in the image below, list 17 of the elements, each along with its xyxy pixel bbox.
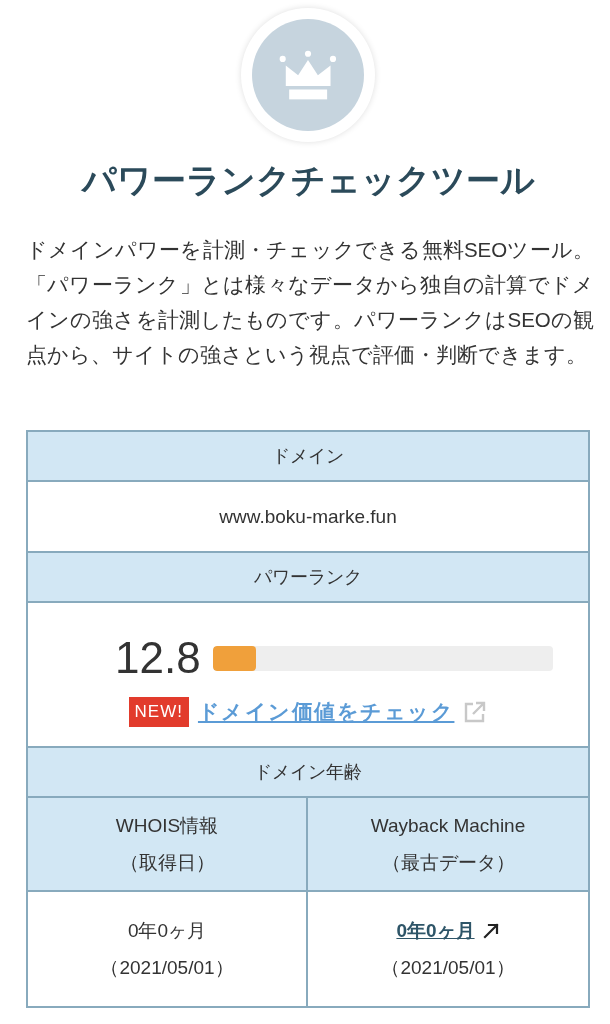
external-link-icon [463,700,488,724]
rank-score: 12.8 [115,633,201,683]
table-header-cell: ドメイン年齢 [28,748,588,798]
age-link[interactable]: 0年0ヶ月 [396,917,475,944]
page-title: パワーランクチェックツール [81,160,535,201]
column-title: WHOIS情報 [115,814,219,838]
column-subtitle: （最古データ） [381,851,515,875]
column-subtitle: （取得日） [119,851,215,875]
arrow-icon [482,922,500,939]
column-title: Wayback Machine [370,814,526,838]
date-value: （2021/05/01） [381,956,515,980]
age-value: 0年0ヶ月 [127,919,207,943]
new-badge: NEW! [128,697,189,727]
table-header-cell: パワーランク [28,553,588,603]
date-value: （2021/05/01） [100,956,234,980]
table-header-cell: ドメイン [28,432,588,482]
description-text: ドメインパワーを計測・チェックできる無料SEOツール。「パワーランク」とは様々なデータから独自の計算でドメインの強さを計測したものです。パワーランクはSEOの観点から、サイトの強さという視点で評価・判断できます。 [26,237,594,368]
